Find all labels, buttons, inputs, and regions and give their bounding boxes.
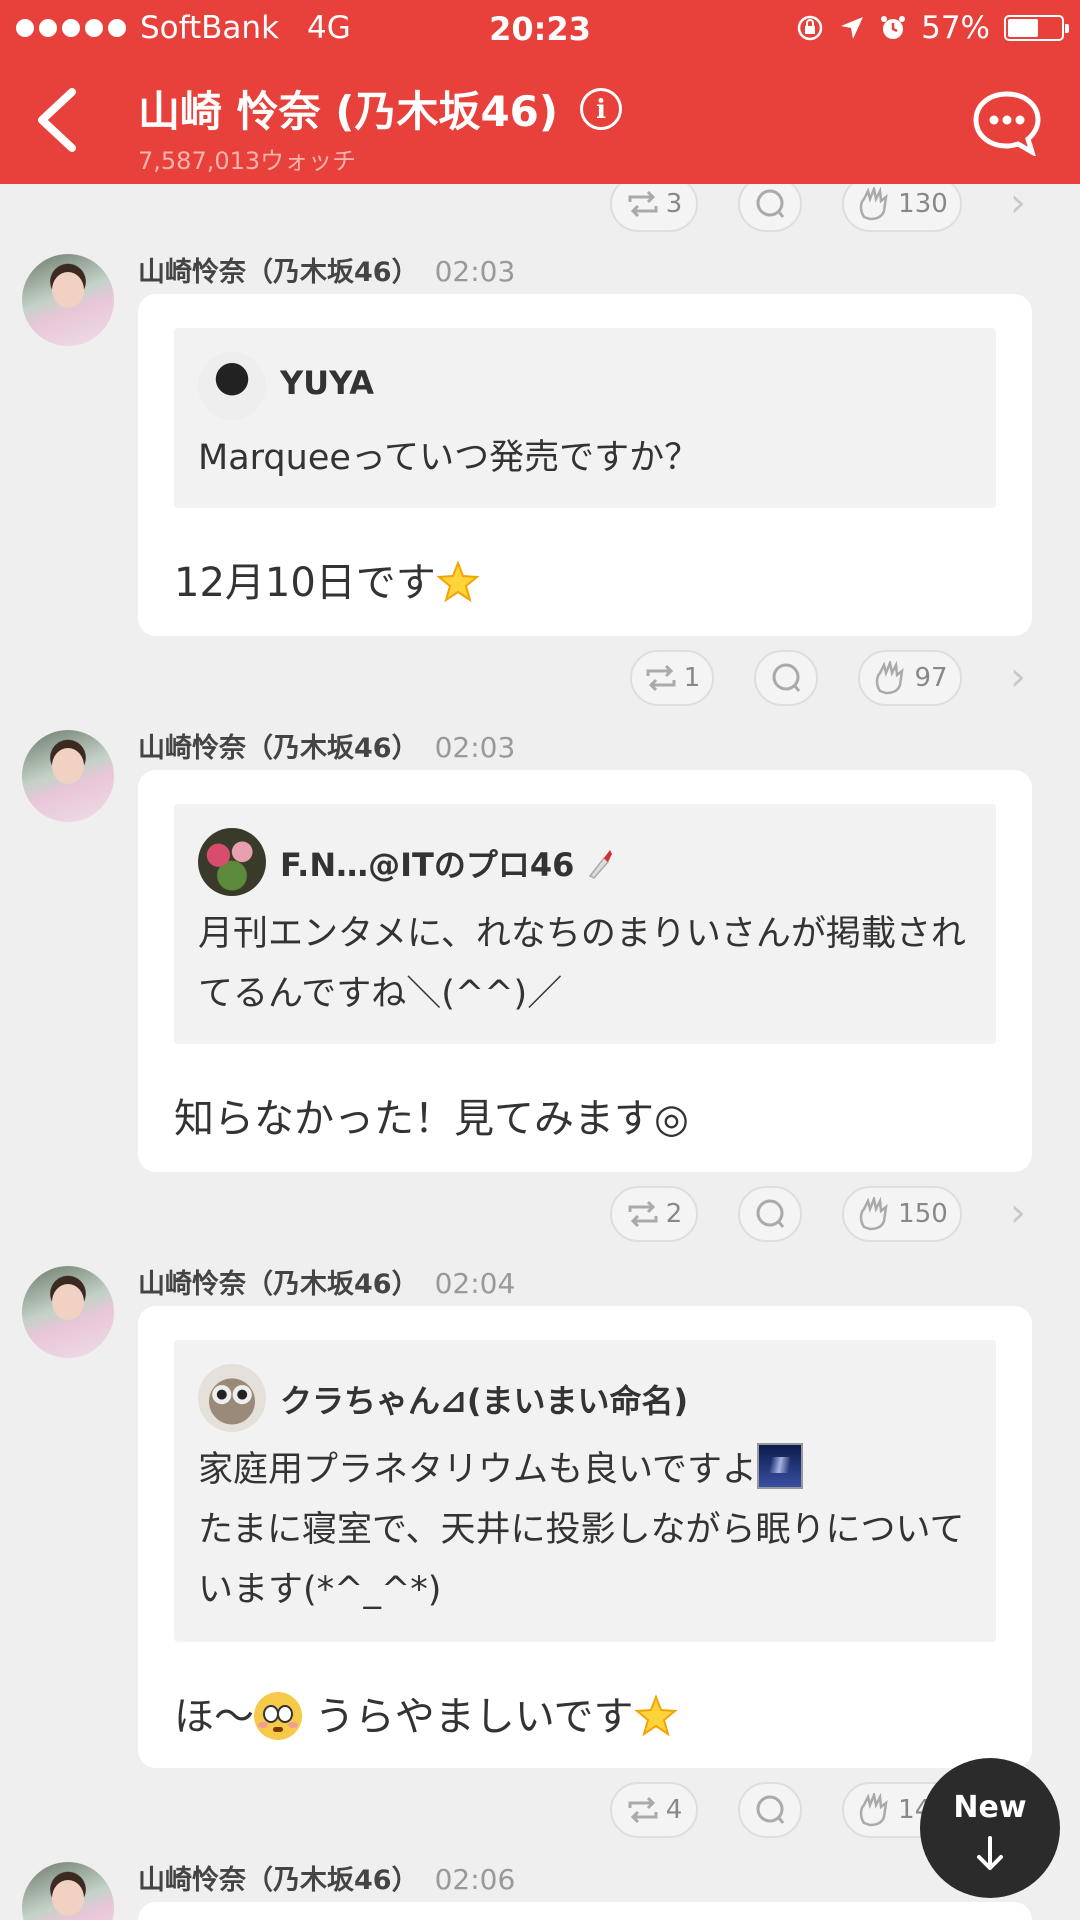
repost-count: 3 xyxy=(665,189,683,219)
post-time: 02:04 xyxy=(434,1267,516,1300)
clap-hand-icon xyxy=(876,661,905,695)
battery-fill xyxy=(1008,19,1038,37)
quoted-text: 月刊エンタメに、れなちのまりいさんが掲載されてるんですね＼(^^)／ xyxy=(198,914,966,1014)
comment-button[interactable] xyxy=(738,184,802,232)
repost-button[interactable]: 3 xyxy=(610,184,698,232)
quoted-text: 家庭用プラネタリウムも良いですよ たまに寝室で、天井に投影しながら眠りについていま… xyxy=(198,1440,978,1620)
battery-icon xyxy=(1004,15,1069,41)
alarm-icon xyxy=(881,16,906,39)
repost-count: 2 xyxy=(665,1199,683,1229)
info-icon[interactable]: i xyxy=(580,87,623,130)
quoted-message: YUYA Marqueeっていつ発売ですか？ xyxy=(174,328,996,508)
night-sky-icon xyxy=(756,1443,803,1489)
post-card: YUYA Marqueeっていつ発売ですか？ 12月10日です xyxy=(138,294,1032,636)
post-time: 02:03 xyxy=(434,731,516,764)
comment-button[interactable] xyxy=(738,1186,802,1242)
clap-count: 130 xyxy=(898,189,948,219)
back-arrow-icon[interactable] xyxy=(28,82,88,158)
comment-icon xyxy=(772,663,801,692)
quoted-avatar[interactable] xyxy=(198,352,266,420)
post-time: 02:06 xyxy=(434,1863,516,1896)
comment-button[interactable] xyxy=(754,650,818,706)
repost-button[interactable]: 1 xyxy=(630,650,714,706)
quoted-message: クラちゃん⊿(まいまい命名) 家庭用プラネタリウムも良いですよ たまに寝室で、天井… xyxy=(174,1340,996,1642)
repost-button[interactable]: 2 xyxy=(610,1186,698,1242)
location-arrow-icon xyxy=(841,17,864,39)
new-label: New xyxy=(953,1790,1027,1825)
clap-button[interactable]: 97 xyxy=(858,650,962,706)
chevron-right-icon[interactable]: › xyxy=(1010,184,1026,226)
repost-icon xyxy=(646,664,676,692)
clap-hand-icon xyxy=(859,187,888,221)
repost-count: 4 xyxy=(665,1795,683,1825)
battery-percent: 57% xyxy=(921,10,990,46)
chat-bubble-icon[interactable] xyxy=(972,90,1042,156)
header: SoftBank 4G 20:23 57% 山崎 怜奈 (乃木坂46) i 7,… xyxy=(0,0,1080,184)
clap-button[interactable]: 130 xyxy=(842,184,962,232)
chevron-right-icon[interactable]: › xyxy=(1010,654,1026,700)
quoted-message: F.N…@ITのプロ46 月刊エンタメに、れなちのまりいさんが掲載されてるんです… xyxy=(174,804,996,1044)
status-bar: SoftBank 4G 20:23 57% xyxy=(0,0,1080,60)
quoted-author: クラちゃん⊿(まいまい命名) xyxy=(280,1382,689,1420)
avatar[interactable] xyxy=(22,1862,114,1920)
clap-button[interactable]: 150 xyxy=(842,1186,962,1242)
quoted-author: YUYA xyxy=(280,364,375,402)
quoted-author: F.N…@ITのプロ46 xyxy=(280,840,614,886)
post-author: 山崎怜奈（乃木坂46） 02:06 xyxy=(138,1863,516,1896)
glowing-star-icon xyxy=(436,560,480,603)
clap-count: 97 xyxy=(914,663,948,693)
repost-icon xyxy=(628,1200,658,1228)
status-right: 57% xyxy=(795,10,1069,46)
repost-icon xyxy=(628,190,658,218)
reply-text: 知らなかった！見てみます◎ xyxy=(174,1096,689,1142)
message-feed[interactable]: 3 130 › 山崎怜奈（乃木坂46） 02:03 YUYA Marqueeってい… xyxy=(0,184,1080,1920)
repost-icon xyxy=(628,1796,658,1824)
arrow-down-icon xyxy=(977,1836,1003,1870)
flushed-face-icon xyxy=(254,1692,302,1740)
quoted-avatar[interactable] xyxy=(198,828,266,896)
comment-icon xyxy=(756,1795,785,1824)
knife-icon xyxy=(588,850,612,879)
quoted-text: Marqueeっていつ発売ですか？ xyxy=(198,438,700,478)
comment-button[interactable] xyxy=(738,1782,802,1838)
repost-count: 1 xyxy=(683,663,701,693)
comment-icon xyxy=(756,1199,785,1228)
quoted-avatar[interactable] xyxy=(198,1364,266,1432)
comment-icon xyxy=(756,189,785,218)
post-card: クラちゃん⊿(まいまい命名) 家庭用プラネタリウムも良いですよ たまに寝室で、天井… xyxy=(138,1306,1032,1768)
page-title: 山崎 怜奈 (乃木坂46) xyxy=(138,87,559,136)
repost-button[interactable]: 4 xyxy=(610,1782,698,1838)
avatar[interactable] xyxy=(22,254,114,346)
avatar[interactable] xyxy=(22,730,114,822)
watch-count: 7,587,013ウォッチ xyxy=(138,147,357,175)
post-author: 山崎怜奈（乃木坂46） 02:04 xyxy=(138,1267,516,1300)
clap-hand-icon xyxy=(859,1197,888,1231)
post-time: 02:03 xyxy=(434,255,516,288)
post-author: 山崎怜奈（乃木坂46） 02:03 xyxy=(138,255,516,288)
avatar[interactable] xyxy=(22,1266,114,1358)
reply-text: ほ〜 うらやましいです xyxy=(174,1684,678,1742)
lock-rotation-icon xyxy=(797,15,823,41)
chevron-right-icon[interactable]: › xyxy=(1010,1190,1026,1236)
nav-bar: 山崎 怜奈 (乃木坂46) i 7,587,013ウォッチ xyxy=(0,60,1080,184)
post-card: F.N…@ITのプロ46 月刊エンタメに、れなちのまりいさんが掲載されてるんです… xyxy=(138,770,1032,1172)
glowing-star-icon xyxy=(633,1694,678,1737)
post-author: 山崎怜奈（乃木坂46） 02:03 xyxy=(138,731,516,764)
title-block: 山崎 怜奈 (乃木坂46) i 7,587,013ウォッチ xyxy=(138,78,623,176)
clap-count: 150 xyxy=(898,1199,948,1229)
new-messages-button[interactable]: New xyxy=(920,1758,1060,1898)
clap-hand-icon xyxy=(859,1793,888,1827)
post-card xyxy=(138,1902,1032,1920)
reply-text: 12月10日です xyxy=(174,550,480,608)
